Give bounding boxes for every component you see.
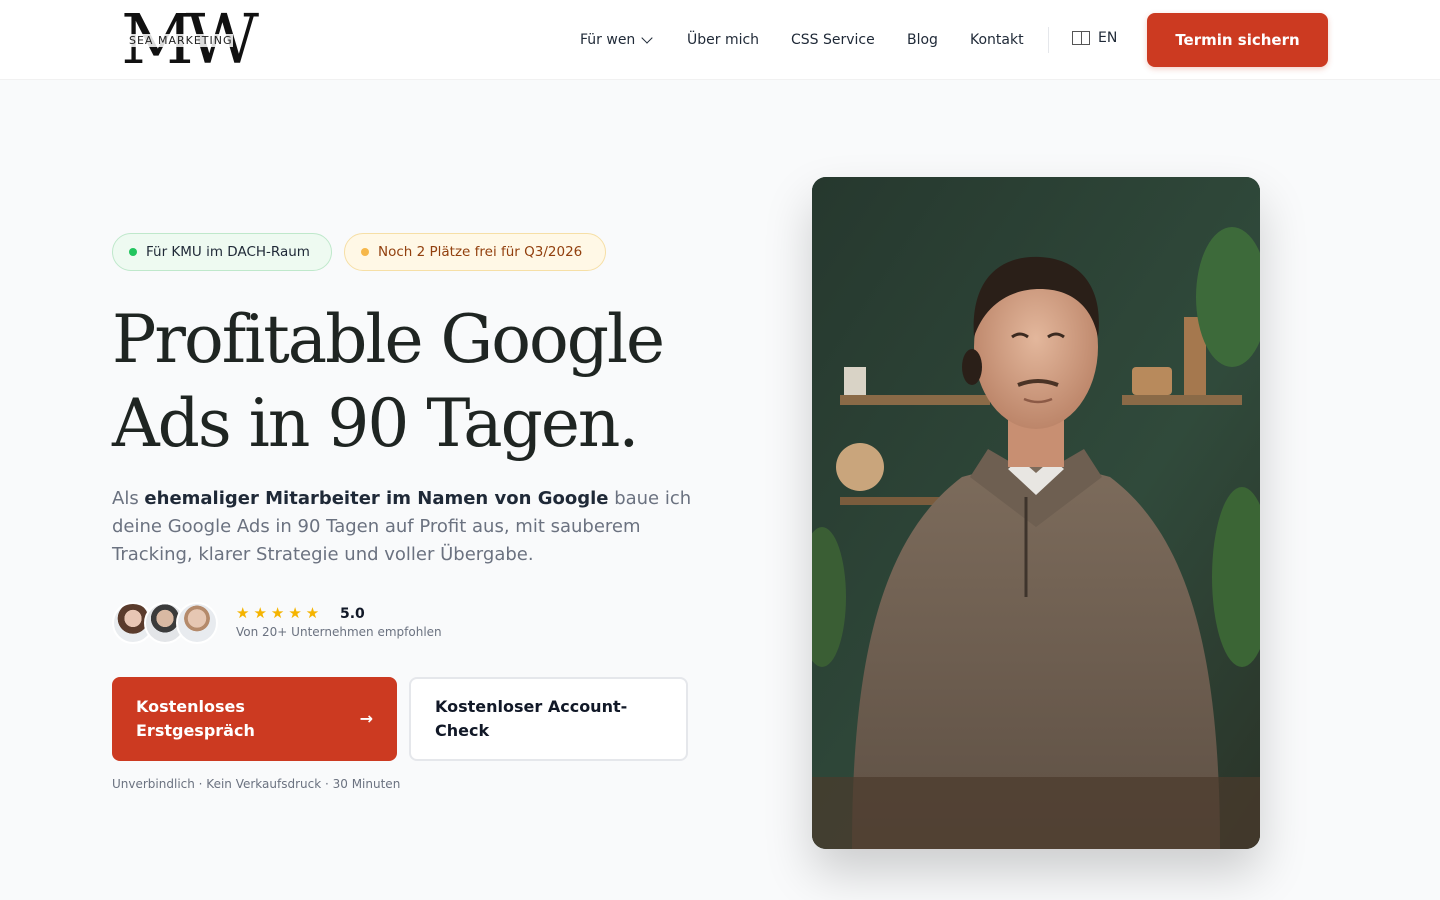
- nav-item-ueber-mich[interactable]: Über mich: [687, 32, 759, 48]
- headline-line-2: Ads in 90 Tagen.: [112, 385, 639, 462]
- amber-dot-icon: [361, 248, 369, 256]
- star-rating-icon: ★★★★★: [236, 604, 324, 622]
- arrow-right-icon: →: [359, 709, 373, 728]
- logo-subtitle: SEA MARKETING: [129, 34, 233, 47]
- erstgespraech-button[interactable]: Kostenloses Erstgespräch →: [112, 677, 397, 761]
- chevron-down-icon: [641, 32, 653, 44]
- logo[interactable]: MW SEA MARKETING: [118, 6, 268, 76]
- customer-avatars: [112, 602, 224, 644]
- nav-item-kontakt[interactable]: Kontakt: [970, 32, 1024, 48]
- site-header: MW SEA MARKETING Für wen Über mich CSS S…: [0, 0, 1440, 80]
- language-switch[interactable]: EN: [1072, 30, 1117, 46]
- headline-line-1: Profitable Google: [112, 301, 665, 378]
- cta-fineprint: Unverbindlich · Kein Verkaufsdruck · 30 …: [112, 777, 401, 791]
- badge-kmu: Für KMU im DACH-Raum: [112, 233, 332, 271]
- green-dot-icon: [129, 248, 137, 256]
- nav-divider: [1048, 27, 1049, 53]
- nav-item-fuer-wen[interactable]: Für wen: [580, 32, 653, 48]
- badge-kmu-label: Für KMU im DACH-Raum: [146, 244, 310, 260]
- lead-highlight: ehemaliger Mitarbeiter im Namen von Goog…: [144, 488, 609, 509]
- badge-availability-label: Noch 2 Plätze frei für Q3/2026: [378, 244, 583, 260]
- nav-item-label: Für wen: [580, 32, 636, 48]
- portrait-photo: [812, 177, 1260, 849]
- account-check-button[interactable]: Kostenloser Account-Check: [409, 677, 688, 761]
- hero-headline: Profitable Google Ads in 90 Tagen.: [112, 298, 712, 466]
- flag-icon: [1072, 31, 1090, 45]
- portrait-illustration: [812, 177, 1260, 849]
- nav-item-css-service[interactable]: CSS Service: [791, 32, 875, 48]
- hero-lead: Als ehemaliger Mitarbeiter im Namen von …: [112, 488, 692, 565]
- language-label: EN: [1098, 30, 1118, 46]
- avatar: [176, 602, 218, 644]
- badge-availability: Noch 2 Plätze frei für Q3/2026: [344, 233, 606, 271]
- termin-sichern-button[interactable]: Termin sichern: [1147, 13, 1328, 67]
- rating-subtext: Von 20+ Unternehmen empfohlen: [236, 625, 442, 639]
- rating-value: 5.0: [340, 606, 365, 622]
- nav-item-blog[interactable]: Blog: [907, 32, 938, 48]
- erstgespraech-label: Kostenloses Erstgespräch: [136, 697, 255, 740]
